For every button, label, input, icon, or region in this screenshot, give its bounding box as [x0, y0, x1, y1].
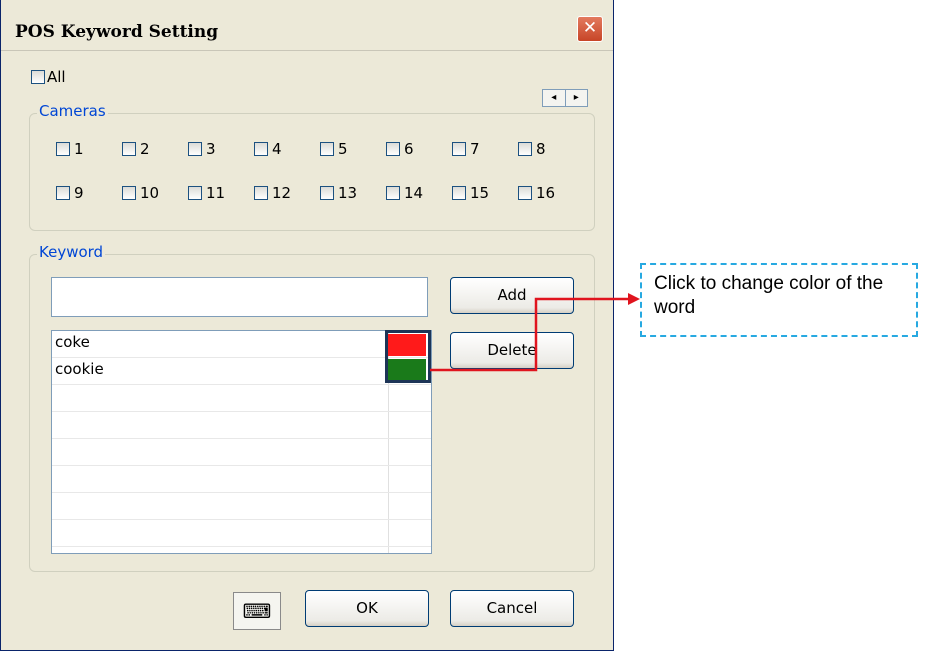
annotation-arrowhead [628, 293, 640, 305]
annotation-callout: Click to change color of the word [640, 263, 918, 337]
annotation-arrow-line [430, 297, 632, 372]
